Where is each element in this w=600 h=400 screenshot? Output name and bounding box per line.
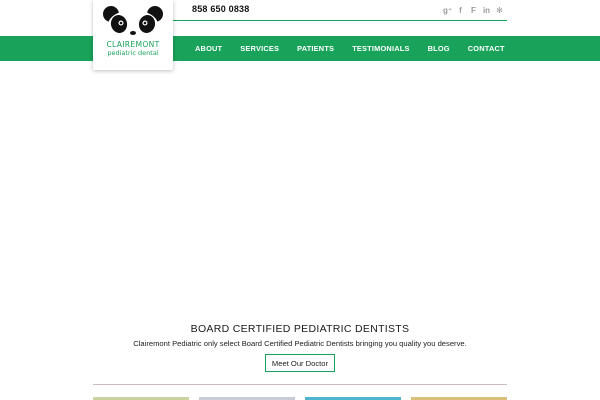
nav-item-blog[interactable]: BLOG	[419, 44, 459, 53]
google-plus-icon[interactable]: g⁺	[443, 5, 452, 15]
linkedin-icon[interactable]: in	[482, 5, 491, 15]
panda-icon	[103, 6, 163, 40]
logo-subtitle: pediatric dental	[107, 49, 159, 57]
section-divider	[93, 384, 507, 385]
nav-item-patients[interactable]: PATIENTS	[288, 44, 343, 53]
social-links: g⁺ f F in ✻	[443, 5, 504, 15]
nav-item-contact[interactable]: CONTACT	[459, 44, 514, 53]
phone-number[interactable]: 858 650 0838	[192, 4, 249, 14]
foursquare-icon[interactable]: F	[469, 5, 478, 15]
nav-item-testimonials[interactable]: TESTIMONIALS	[343, 44, 418, 53]
feature-description: Clairemont Pediatric only select Board C…	[133, 339, 467, 348]
meet-our-doctor-button[interactable]: Meet Our Doctor	[265, 354, 335, 372]
site-logo[interactable]: CLAIREMONT pediatric dental	[93, 0, 173, 70]
feature-headline: BOARD CERTIFIED PEDIATRIC DENTISTS	[190, 323, 410, 335]
nav-item-about[interactable]: ABOUT	[186, 44, 231, 53]
top-bar: 858 650 0838 g⁺ f F in ✻	[0, 0, 600, 36]
logo-name: CLAIREMONT	[106, 40, 160, 49]
main-nav: ABOUT SERVICES PATIENTS TESTIMONIALS BLO…	[0, 36, 600, 61]
nav-item-services[interactable]: SERVICES	[231, 44, 288, 53]
facebook-icon[interactable]: f	[456, 5, 465, 15]
yelp-icon[interactable]: ✻	[495, 5, 504, 15]
hero-slider	[0, 61, 600, 318]
